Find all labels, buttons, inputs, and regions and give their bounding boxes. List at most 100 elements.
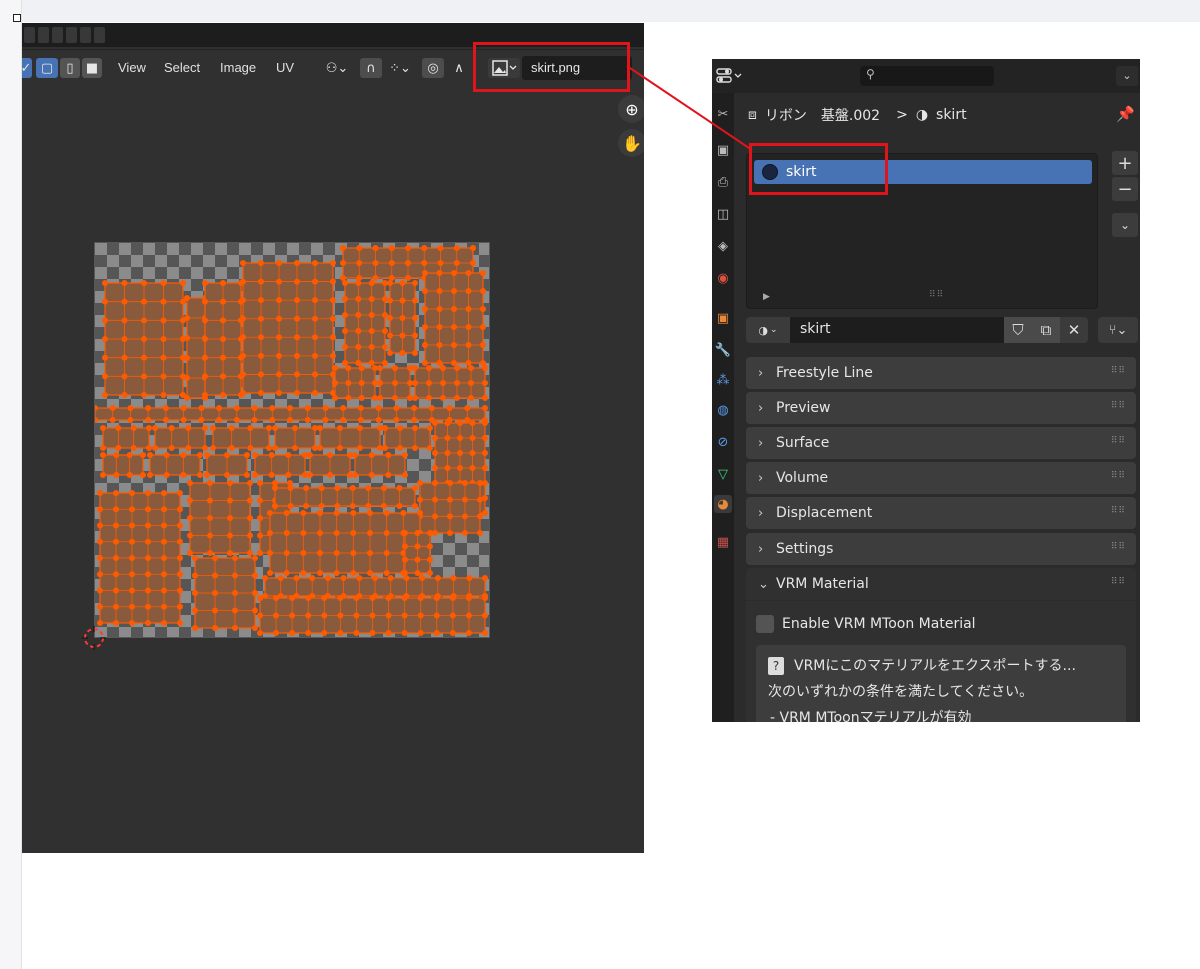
tool-tab-icon[interactable]: ✂ bbox=[714, 105, 732, 123]
menu-select[interactable]: Select bbox=[164, 60, 200, 75]
uv-vertex bbox=[192, 590, 198, 596]
enable-mtoon-row[interactable]: Enable VRM MToon Material bbox=[756, 615, 976, 633]
workspace-tab[interactable] bbox=[24, 27, 35, 43]
panel-settings[interactable]: › Settings ⠿⠿ bbox=[746, 533, 1136, 565]
uv-vertex bbox=[368, 296, 375, 302]
pin-icon[interactable]: 📌 bbox=[1116, 105, 1135, 123]
vertex-select-icon[interactable]: ▢ bbox=[36, 58, 58, 78]
drag-handle-icon[interactable]: ⠿⠿ bbox=[1111, 542, 1126, 552]
uv-vertex bbox=[355, 280, 362, 286]
uv-vertex bbox=[272, 445, 278, 451]
uv-vertex bbox=[312, 352, 318, 359]
drag-handle-icon[interactable]: ⠿⠿ bbox=[1111, 471, 1126, 481]
3d-cursor-icon[interactable] bbox=[82, 626, 106, 650]
uv-vertex bbox=[187, 532, 193, 539]
uv-island bbox=[102, 427, 150, 449]
uv-canvas[interactable] bbox=[94, 242, 490, 638]
uv-vertex bbox=[177, 490, 183, 496]
uv-vertex bbox=[305, 595, 312, 601]
view-layer-tab-icon[interactable]: ◫ bbox=[714, 205, 732, 223]
add-slot-button[interactable]: + bbox=[1112, 151, 1138, 175]
uv-vertex bbox=[477, 496, 483, 503]
workspace-tab[interactable] bbox=[94, 27, 105, 43]
resize-handle[interactable] bbox=[13, 14, 21, 22]
snap-target-icon[interactable]: ⁘⌄ bbox=[384, 58, 416, 78]
remove-slot-button[interactable]: − bbox=[1112, 177, 1138, 201]
menu-image[interactable]: Image bbox=[220, 60, 256, 75]
panel-displacement[interactable]: › Displacement ⠿⠿ bbox=[746, 497, 1136, 529]
edge-select-icon[interactable]: ▯ bbox=[60, 58, 80, 78]
uv-vertex bbox=[444, 450, 451, 456]
uv-vertex bbox=[372, 275, 379, 281]
drag-handle-icon[interactable]: ⠿⠿ bbox=[1111, 366, 1126, 376]
enable-mtoon-checkbox[interactable] bbox=[756, 615, 774, 633]
pan-hand-icon[interactable]: ✋ bbox=[618, 129, 644, 157]
uv-vertex bbox=[251, 405, 258, 411]
particles-tab-icon[interactable]: ⁂ bbox=[714, 371, 732, 389]
menu-view[interactable]: View bbox=[118, 60, 146, 75]
uv-vertex bbox=[283, 510, 290, 516]
panel-volume[interactable]: › Volume ⠿⠿ bbox=[746, 462, 1136, 494]
fake-user-shield-icon[interactable]: ⛉ bbox=[1004, 317, 1032, 343]
data-tab-icon[interactable]: ▽ bbox=[714, 465, 732, 483]
workspace-tab[interactable] bbox=[52, 27, 63, 43]
drag-handle-icon[interactable]: ⠿⠿ bbox=[1111, 401, 1126, 411]
slot-specials-button[interactable]: ⌄ bbox=[1112, 213, 1138, 237]
uv-vertex bbox=[385, 472, 392, 478]
uv-vertex bbox=[480, 342, 486, 348]
edit-mode-icon[interactable]: ✓ bbox=[22, 58, 32, 78]
uv-vertex bbox=[433, 630, 440, 636]
drag-handle-icon[interactable]: ⠿⠿ bbox=[1111, 436, 1126, 446]
list-resize-grip-icon[interactable]: ⠿⠿ bbox=[929, 290, 944, 300]
uv-vertex bbox=[283, 530, 290, 536]
object-tab-icon[interactable]: ▣ bbox=[714, 309, 732, 327]
falloff-curve-icon[interactable]: ∧ bbox=[448, 58, 470, 78]
texture-tab-icon[interactable]: ▦ bbox=[714, 533, 732, 551]
node-link-dropdown-icon[interactable]: ⑂⌄ bbox=[1098, 317, 1138, 343]
scene-tab-icon[interactable]: ◈ bbox=[714, 237, 732, 255]
proportional-edit-icon[interactable]: ◎ bbox=[422, 58, 444, 78]
uv-vertex bbox=[294, 390, 300, 396]
uv-vertex bbox=[305, 630, 312, 636]
uv-vertex bbox=[405, 275, 411, 281]
modifier-tab-icon[interactable]: 🔧 bbox=[714, 341, 732, 359]
render-tab-icon[interactable]: ▣ bbox=[714, 141, 732, 159]
zoom-icon[interactable]: ⊕ bbox=[618, 95, 644, 123]
unlink-material-icon[interactable]: ✕ bbox=[1060, 317, 1088, 343]
material-name-field[interactable]: skirt bbox=[790, 317, 1004, 343]
uv-vertex bbox=[382, 360, 388, 366]
drag-handle-icon[interactable]: ⠿⠿ bbox=[1111, 577, 1126, 587]
uv-vertex bbox=[140, 452, 146, 458]
duplicate-material-icon[interactable]: ⧉ bbox=[1032, 317, 1060, 343]
options-dropdown-button[interactable]: ⌄ bbox=[1116, 66, 1138, 86]
uv-vertex bbox=[356, 260, 363, 266]
drag-handle-icon[interactable]: ⠿⠿ bbox=[1111, 506, 1126, 516]
uv-vertex bbox=[97, 490, 103, 496]
pivot-point-icon[interactable]: ⚇⌄ bbox=[322, 58, 352, 78]
browse-material-button[interactable]: ◑ ⌄ bbox=[746, 317, 790, 343]
world-tab-icon[interactable]: ◉ bbox=[714, 269, 732, 287]
uv-vertex bbox=[129, 490, 135, 496]
workspace-tab[interactable] bbox=[80, 27, 91, 43]
search-input[interactable]: ⚲ bbox=[860, 66, 994, 86]
physics-tab-icon[interactable]: ◍ bbox=[714, 401, 732, 419]
panel-vrm-material[interactable]: ⌄ VRM Material ⠿⠿ bbox=[746, 568, 1136, 600]
panel-preview[interactable]: › Preview ⠿⠿ bbox=[746, 392, 1136, 424]
snap-icon[interactable]: ∩ bbox=[360, 58, 382, 78]
uv-vertex bbox=[180, 452, 187, 458]
expand-triangle-icon[interactable]: ▶ bbox=[763, 292, 770, 302]
uv-vertex bbox=[161, 506, 167, 513]
constraints-tab-icon[interactable]: ⊘ bbox=[714, 433, 732, 451]
panel-freestyle-line[interactable]: › Freestyle Line ⠿⠿ bbox=[746, 357, 1136, 389]
output-tab-icon[interactable]: ⎙ bbox=[714, 173, 732, 191]
workspace-tab[interactable] bbox=[66, 27, 77, 43]
uv-vertex bbox=[412, 425, 418, 431]
material-tab-icon[interactable]: ◕ bbox=[714, 495, 732, 513]
workspace-tab[interactable] bbox=[38, 27, 49, 43]
menu-uv[interactable]: UV bbox=[276, 60, 294, 75]
panel-surface[interactable]: › Surface ⠿⠿ bbox=[746, 427, 1136, 459]
editor-type-icon[interactable] bbox=[716, 66, 746, 86]
uv-vertex bbox=[187, 497, 193, 504]
uv-vertex bbox=[422, 342, 428, 348]
face-select-icon[interactable]: ■ bbox=[82, 58, 102, 78]
